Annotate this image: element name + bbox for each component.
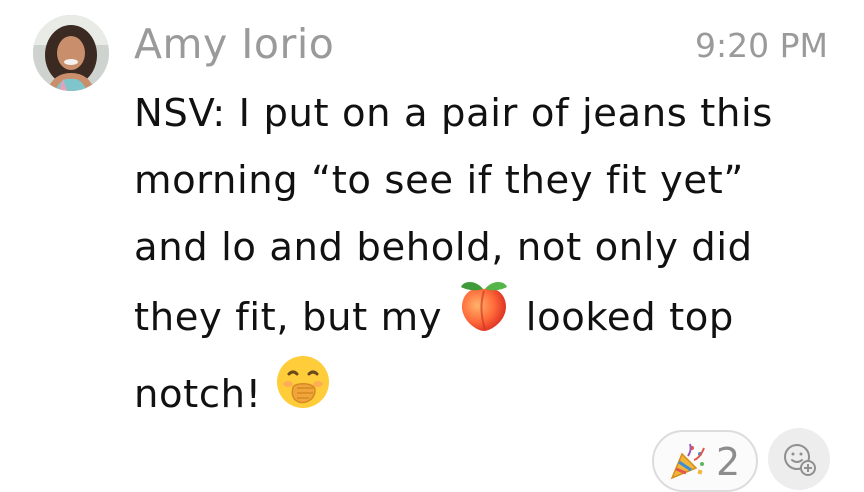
party-popper-icon	[668, 442, 708, 486]
reaction-party-popper[interactable]: 2	[652, 430, 758, 492]
add-emoji-reaction-icon	[784, 444, 816, 476]
message-line: and lo and behold, not only did	[134, 225, 753, 270]
message-line: they fit, but my looked top	[134, 281, 834, 358]
message-line: notch!	[134, 356, 834, 435]
message-text-segment: looked top	[525, 295, 734, 340]
message-line: NSV: I put on a pair of jeans this	[134, 91, 773, 136]
sender-name[interactable]: Amy Iorio	[134, 20, 334, 68]
hand-over-mouth-emoji	[275, 354, 331, 431]
avatar-photo	[33, 15, 109, 91]
message-line: morning “to see if they fit yet”	[134, 158, 744, 203]
message-text-segment: they fit, but my	[134, 295, 443, 340]
peach-emoji	[455, 277, 513, 354]
chat-message: Amy Iorio 9:20 PM NSV: I put on a pair o…	[0, 0, 864, 492]
message-timestamp: 9:20 PM	[695, 26, 828, 65]
message-body: NSV: I put on a pair of jeans this morni…	[134, 80, 834, 435]
reaction-count: 2	[716, 440, 741, 484]
avatar[interactable]	[33, 15, 109, 91]
add-reaction-button[interactable]	[768, 428, 830, 490]
message-text-segment: notch!	[134, 372, 262, 417]
